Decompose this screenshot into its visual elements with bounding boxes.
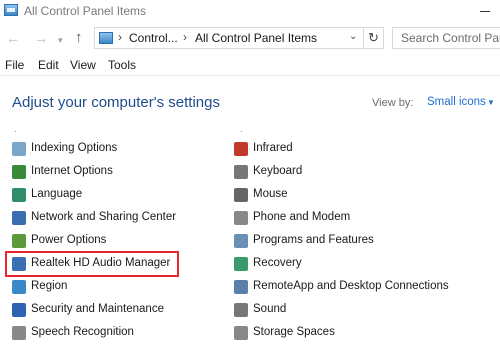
item-label[interactable]: Recovery: [253, 257, 302, 269]
control-panel-icon: [4, 4, 18, 16]
region-icon: [12, 280, 26, 294]
menu-tools[interactable]: Tools: [108, 58, 136, 72]
item-label[interactable]: Indexing Options: [31, 142, 117, 154]
control-panel-icon: [99, 32, 113, 44]
minimize-button[interactable]: [470, 0, 500, 22]
remoteapp-icon: [234, 280, 248, 294]
internet-icon: [12, 165, 26, 179]
item-label[interactable]: Mouse: [253, 188, 288, 200]
refresh-icon[interactable]: ↻: [364, 27, 384, 49]
cut-off-row-fragment: ·: [240, 126, 243, 136]
item-label[interactable]: Internet Options: [31, 165, 113, 177]
indexing-icon: [12, 142, 26, 156]
breadcrumb-control-panel[interactable]: Control...: [129, 31, 178, 45]
mouse-icon: [234, 188, 248, 202]
item-label[interactable]: Phone and Modem: [253, 211, 350, 223]
chevron-right-icon[interactable]: ›: [183, 30, 187, 44]
recovery-icon: [234, 257, 248, 271]
power-icon: [12, 234, 26, 248]
item-label[interactable]: Region: [31, 280, 67, 292]
item-label[interactable]: Programs and Features: [253, 234, 374, 246]
phone-icon: [234, 211, 248, 225]
forward-arrow-icon[interactable]: →: [34, 30, 48, 46]
red-highlight-box: [5, 251, 179, 277]
item-label[interactable]: Language: [31, 188, 82, 200]
menu-edit[interactable]: Edit: [38, 58, 59, 72]
search-input[interactable]: Search Control Pane: [392, 27, 500, 49]
title-bar: All Control Panel Items: [0, 0, 500, 22]
network-icon: [12, 211, 26, 225]
programs-icon: [234, 234, 248, 248]
microphone-icon: [12, 326, 26, 340]
item-label[interactable]: Keyboard: [253, 165, 302, 177]
item-label[interactable]: Storage Spaces: [253, 326, 335, 338]
speaker-icon: [234, 303, 248, 317]
item-label[interactable]: Speech Recognition: [31, 326, 134, 338]
back-arrow-icon[interactable]: ←: [6, 30, 20, 46]
address-box[interactable]: › Control... › All Control Panel Items ⌄: [94, 27, 364, 49]
menu-bar: File Edit View Tools: [0, 54, 500, 76]
view-by-dropdown[interactable]: Small icons: [427, 96, 486, 108]
infrared-icon: [234, 142, 248, 156]
page-title: Adjust your computer's settings: [12, 94, 220, 111]
view-by-label: View by:: [372, 97, 414, 109]
item-label[interactable]: Power Options: [31, 234, 106, 246]
item-label[interactable]: Sound: [253, 303, 286, 315]
up-arrow-icon[interactable]: ↑: [75, 29, 83, 46]
window-title: All Control Panel Items: [24, 4, 147, 18]
keyboard-icon: [234, 165, 248, 179]
chevron-down-icon[interactable]: ⌄: [349, 31, 357, 42]
address-bar-row: ← → ▾ ↑ › Control... › All Control Panel…: [0, 24, 500, 54]
storage-icon: [234, 326, 248, 340]
menu-file[interactable]: File: [5, 58, 24, 72]
menu-view[interactable]: View: [70, 58, 96, 72]
item-label[interactable]: RemoteApp and Desktop Connections: [253, 280, 449, 292]
language-icon: [12, 188, 26, 202]
recent-locations-icon[interactable]: ▾: [58, 35, 63, 46]
item-label[interactable]: Network and Sharing Center: [31, 211, 176, 223]
item-label[interactable]: Infrared: [253, 142, 293, 154]
cut-off-row-fragment: ·: [14, 126, 17, 136]
chevron-right-icon[interactable]: ›: [118, 30, 122, 44]
flag-icon: [12, 303, 26, 317]
breadcrumb-all-items[interactable]: All Control Panel Items: [195, 31, 317, 45]
item-label[interactable]: Security and Maintenance: [31, 303, 164, 315]
search-placeholder: Search Control Pane: [401, 31, 500, 45]
caret-down-icon[interactable]: ▼: [487, 98, 495, 107]
